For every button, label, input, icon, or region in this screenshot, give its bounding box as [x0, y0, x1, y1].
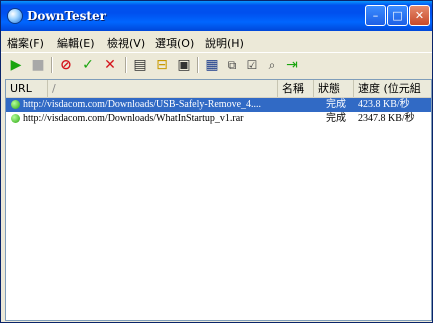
- check-icon[interactable]: ✓: [79, 56, 97, 74]
- row-speed: 423.8 KB/秒: [358, 99, 410, 110]
- row-status: 完成: [326, 99, 346, 110]
- column-name[interactable]: 名稱: [278, 80, 314, 97]
- status-icon: [11, 114, 20, 123]
- stop-icon[interactable]: ■: [29, 56, 47, 74]
- status-icon: [11, 100, 20, 109]
- copy-icon[interactable]: ⧉: [223, 56, 241, 74]
- exit-icon[interactable]: ⇥: [283, 56, 301, 74]
- column-status[interactable]: 狀態: [314, 80, 354, 97]
- sort-indicator: /: [48, 80, 278, 97]
- table-row[interactable]: http://visdacom.com/Downloads/USB-Safely…: [6, 98, 431, 112]
- play-icon[interactable]: ▶: [7, 56, 25, 74]
- window-icon[interactable]: ▣: [175, 56, 193, 74]
- row-status: 完成: [326, 113, 346, 124]
- app-window: DownTester – □ ✕ 檔案(F) 編輯(E) 檢視(V) 選項(O)…: [0, 0, 433, 323]
- save-icon[interactable]: ▦: [203, 56, 221, 74]
- folder-icon[interactable]: ⊟: [153, 56, 171, 74]
- maximize-button[interactable]: □: [387, 5, 408, 26]
- menu-file[interactable]: 檔案(F): [7, 35, 44, 51]
- list-header: URL / 名稱 狀態 速度 (位元組: [6, 80, 431, 98]
- list-icon[interactable]: ▤: [131, 56, 149, 74]
- window-title: DownTester: [27, 9, 106, 23]
- row-url: http://visdacom.com/Downloads/USB-Safely…: [23, 99, 262, 110]
- properties-icon[interactable]: ☑: [243, 56, 261, 74]
- remove-icon[interactable]: ✕: [101, 56, 119, 74]
- row-speed: 2347.8 KB/秒: [358, 113, 415, 124]
- column-url[interactable]: URL: [6, 80, 48, 97]
- find-icon[interactable]: ⌕: [263, 56, 281, 74]
- menu-view[interactable]: 檢視(V): [107, 35, 145, 51]
- menu-options[interactable]: 選項(O): [155, 35, 194, 51]
- close-button[interactable]: ✕: [409, 5, 430, 26]
- row-url: http://visdacom.com/Downloads/WhatInStar…: [23, 113, 244, 124]
- no-icon[interactable]: ⊘: [57, 56, 75, 74]
- table-row[interactable]: http://visdacom.com/Downloads/WhatInStar…: [6, 112, 431, 126]
- menu-bar: 檔案(F) 編輯(E) 檢視(V) 選項(O) 說明(H): [1, 31, 432, 52]
- app-icon: [7, 8, 23, 24]
- download-list[interactable]: URL / 名稱 狀態 速度 (位元組 http://visdacom.com/…: [5, 79, 432, 321]
- menu-help[interactable]: 說明(H): [205, 35, 244, 51]
- menu-edit[interactable]: 編輯(E): [57, 35, 95, 51]
- toolbar: ▶ ■ ⊘ ✓ ✕ ▤ ⊟ ▣ ▦ ⧉ ☑ ⌕ ⇥: [1, 52, 432, 78]
- title-bar[interactable]: DownTester – □ ✕: [1, 1, 432, 31]
- minimize-button[interactable]: –: [365, 5, 386, 26]
- column-speed[interactable]: 速度 (位元組: [354, 80, 431, 97]
